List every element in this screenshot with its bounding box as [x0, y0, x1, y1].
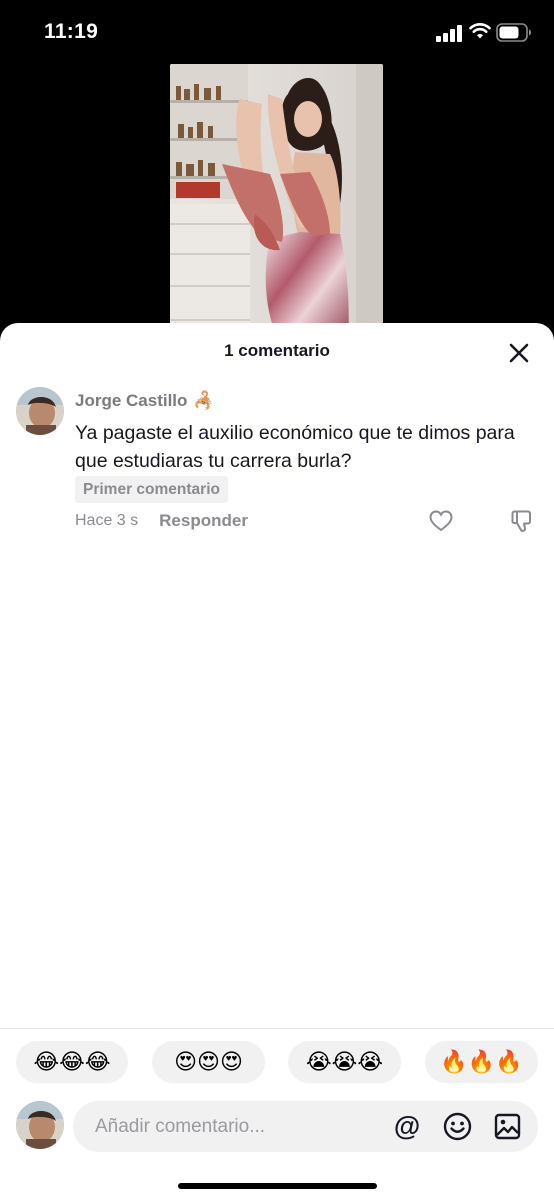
comment-meta: Hace 3 s Responder [75, 511, 248, 531]
mention-button[interactable]: @ [393, 1112, 421, 1140]
close-icon[interactable] [505, 339, 533, 367]
comment-timestamp: Hace 3 s [75, 512, 139, 529]
first-comment-badge: Primer comentario [75, 476, 228, 503]
comment-input-row: @ [0, 1101, 554, 1152]
quick-emoji-bar: 😂😂😂 😍😍😍 😭😭😭 🔥🔥🔥 [0, 1041, 554, 1085]
commenter-username[interactable]: Jorge Castillo 🦂 [75, 391, 215, 411]
comment-composer: 😂😂😂 😍😍😍 😭😭😭 🔥🔥🔥 @ [0, 1028, 554, 1200]
comment-item: Jorge Castillo 🦂 Ya pagaste el auxilio e… [0, 379, 554, 539]
smiley-icon[interactable] [443, 1112, 472, 1141]
emoji-crying-button[interactable]: 😭😭😭 [288, 1041, 401, 1083]
scorpion-emoji-icon: 🦂 [193, 391, 215, 410]
commenter-avatar[interactable] [16, 387, 64, 435]
status-time: 11:19 [44, 20, 99, 43]
cellular-signal-icon [436, 25, 464, 42]
reply-button[interactable]: Responder [159, 511, 248, 531]
comment-text: Ya pagaste el auxilio económico que te d… [75, 422, 515, 472]
status-bar: 11:19 [0, 0, 554, 64]
emoji-heart-eyes-button[interactable]: 😍😍😍 [152, 1041, 265, 1083]
video-preview[interactable] [0, 64, 554, 344]
sheet-header: 1 comentario [0, 323, 554, 379]
comments-count-title: 1 comentario [224, 341, 330, 360]
emoji-laughing-button[interactable]: 😂😂😂 [16, 1041, 128, 1083]
video-thumbnail[interactable] [170, 64, 383, 344]
wifi-icon [469, 23, 491, 39]
battery-icon [496, 23, 531, 42]
image-icon[interactable] [494, 1113, 521, 1140]
emoji-fire-button[interactable]: 🔥🔥🔥 [425, 1041, 538, 1083]
home-indicator [178, 1183, 377, 1189]
thumbs-down-icon[interactable] [509, 508, 535, 534]
commenter-name: Jorge Castillo [75, 391, 188, 410]
user-avatar[interactable] [16, 1101, 64, 1149]
heart-outline-icon[interactable] [428, 508, 454, 534]
